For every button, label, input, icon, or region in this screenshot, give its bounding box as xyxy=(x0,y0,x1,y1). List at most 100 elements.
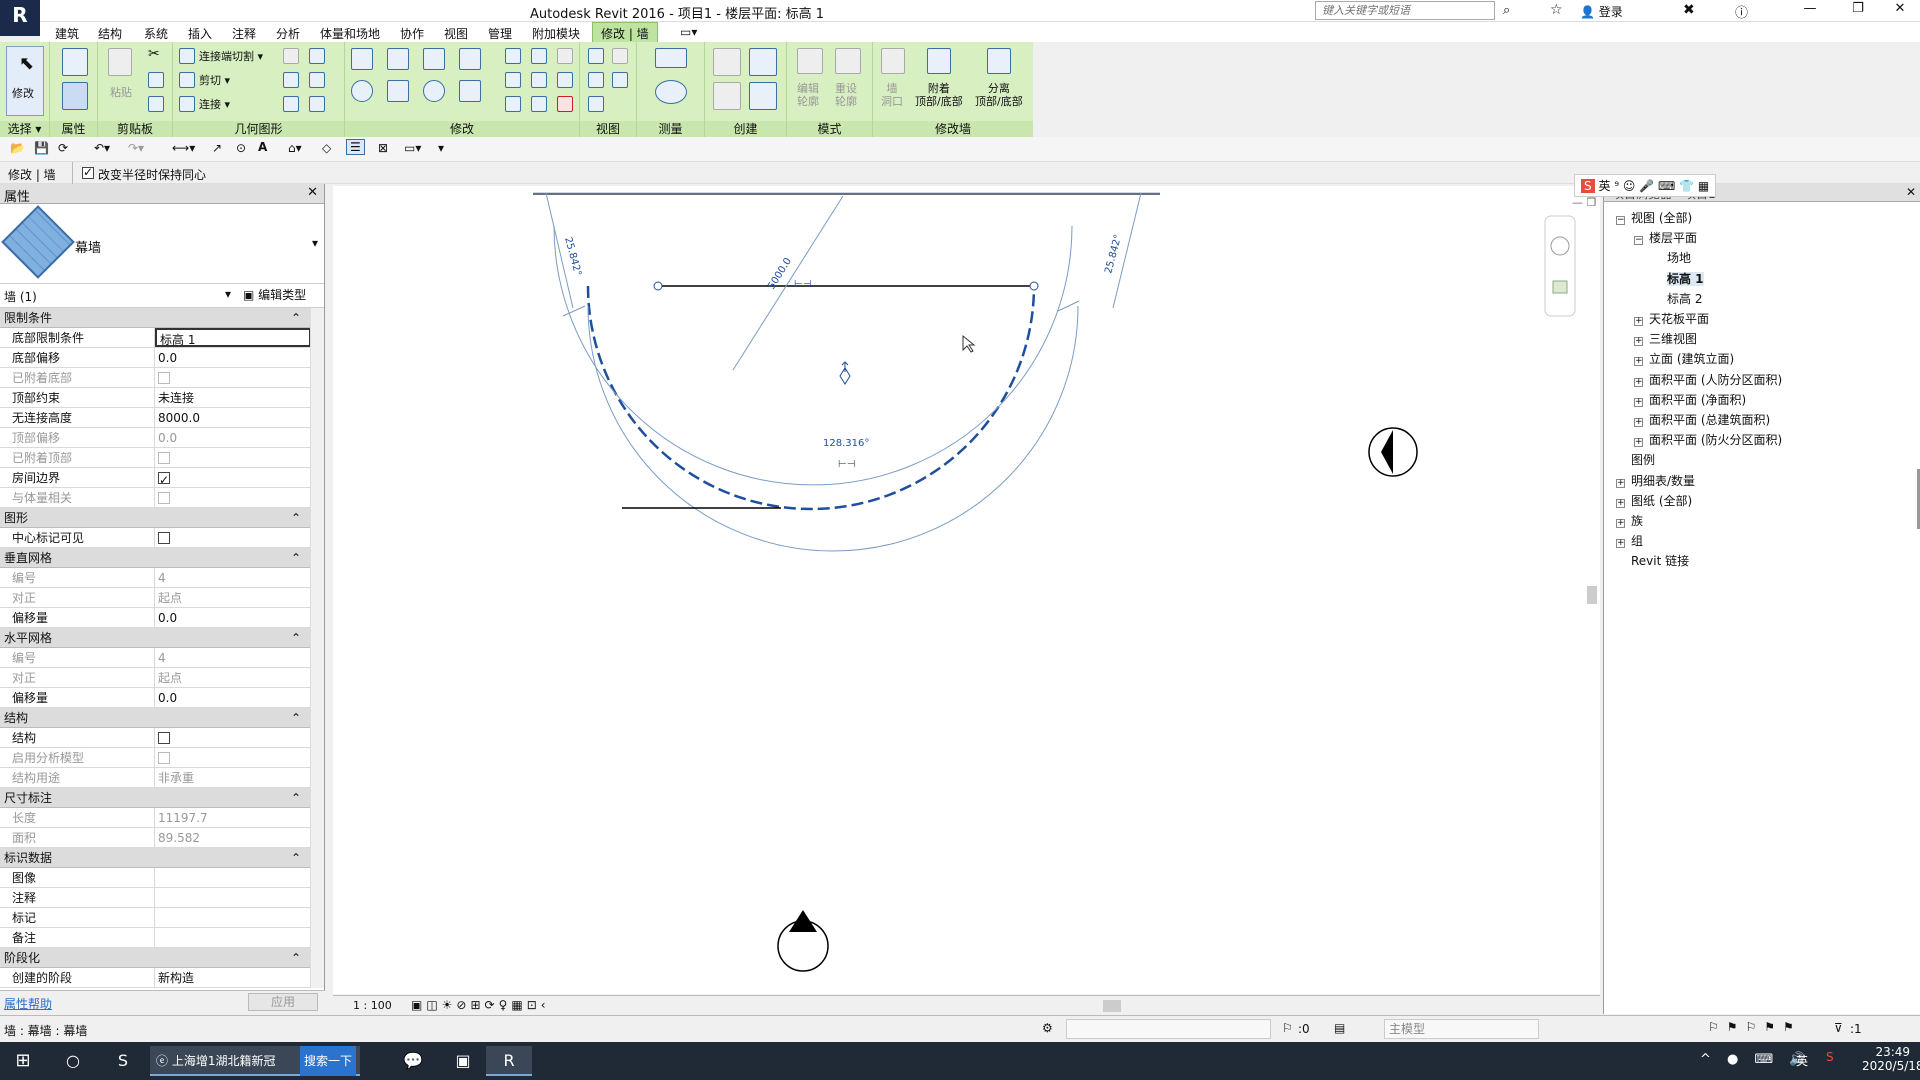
3d-view-icon[interactable]: ⌂▾ xyxy=(288,141,302,155)
aligned-dimension-icon[interactable]: ↗ xyxy=(212,141,222,155)
panel-label-select[interactable]: 选择 ▾ xyxy=(0,121,49,137)
star-icon[interactable]: ☆ xyxy=(1550,2,1563,18)
clock[interactable]: 23:49 2020/5/18 xyxy=(1862,1045,1920,1073)
chevron-down-icon[interactable]: ▾ xyxy=(312,236,318,250)
copy-icon[interactable] xyxy=(148,72,164,88)
rotate-icon[interactable] xyxy=(423,80,445,102)
open-icon[interactable]: 📂 xyxy=(10,141,25,155)
apply-button[interactable]: 应用 xyxy=(248,993,318,1011)
eraser-icon[interactable] xyxy=(588,96,604,112)
cut-geometry-button[interactable]: 剪切 ▾ xyxy=(199,74,230,87)
save-icon[interactable]: 💾 xyxy=(34,141,49,155)
close-hidden-icon[interactable]: ⊠ xyxy=(378,141,388,155)
drawing-area[interactable]: 5000.0 25.842° 25.842° 128.316° ⊢⊣ ⊢⊣ — … xyxy=(333,186,1609,994)
unpin-icon[interactable] xyxy=(557,48,573,64)
tray-ime[interactable]: 英 xyxy=(1796,1052,1808,1069)
pencil-icon[interactable] xyxy=(283,96,299,112)
edit-profile-icon[interactable] xyxy=(797,48,823,74)
design-option-select[interactable]: 主模型 xyxy=(1384,1019,1539,1039)
text-icon[interactable]: A xyxy=(258,140,267,154)
hide-icon[interactable] xyxy=(612,48,628,64)
browser-node[interactable]: + 面积平面 (总建筑面积) xyxy=(1634,411,1770,428)
redo-icon[interactable]: ↷▾ xyxy=(128,141,144,155)
property-checkbox[interactable] xyxy=(158,532,170,544)
match-properties-icon[interactable] xyxy=(148,96,164,112)
browser-node[interactable]: + 天花板平面 xyxy=(1634,310,1709,327)
override-icon[interactable] xyxy=(612,72,628,88)
switch-windows-icon[interactable]: ▭▾ xyxy=(404,141,421,155)
tab-insert[interactable]: 插入 xyxy=(188,25,212,42)
ime-toolbar[interactable]: S 英 ⁹ ☺ 🎤 ⌨ 👕 ▦ xyxy=(1574,174,1717,197)
close-icon[interactable]: ✕ xyxy=(1906,185,1916,199)
collapse-icon[interactable]: − xyxy=(1634,236,1643,246)
join-cut-button[interactable]: 连接端切割 ▾ xyxy=(199,50,263,63)
split-gap-icon[interactable] xyxy=(531,48,547,64)
search-input[interactable] xyxy=(1315,1,1495,20)
section-icon[interactable]: ◇ xyxy=(322,141,331,155)
tab-collaborate[interactable]: 协作 xyxy=(400,25,424,42)
join-geometry-button[interactable]: 连接 ▾ xyxy=(199,98,230,111)
create-similar-icon[interactable] xyxy=(749,82,777,110)
browser-node[interactable]: + 族 xyxy=(1616,512,1643,529)
cut-geometry-icon[interactable] xyxy=(179,72,195,88)
keep-concentric-checkbox[interactable] xyxy=(82,165,94,179)
editable-icon[interactable]: ⚐ xyxy=(1282,1021,1293,1035)
property-value[interactable]: 8000.0 xyxy=(155,408,311,427)
browser-node[interactable]: + 立面 (建筑立面) xyxy=(1634,350,1734,367)
dimension-icon[interactable] xyxy=(655,80,687,104)
expand-icon[interactable]: + xyxy=(1616,519,1625,528)
search-icon[interactable]: ○ xyxy=(50,1046,96,1076)
workset-select[interactable] xyxy=(1066,1019,1271,1039)
filter-icon[interactable]: ⊽ xyxy=(1834,1021,1843,1035)
property-section-header[interactable]: 垂直网格 xyxy=(0,548,311,568)
create-assembly-icon[interactable] xyxy=(713,82,741,110)
wechat-icon[interactable]: 💬 xyxy=(390,1046,436,1076)
modify-button[interactable]: ⬉ 修改 xyxy=(6,46,44,116)
application-menu-button[interactable]: R xyxy=(0,0,40,36)
revit-taskbar-icon[interactable]: R xyxy=(486,1046,532,1076)
property-section-header[interactable]: 结构 xyxy=(0,708,311,728)
sogou-taskbar-icon[interactable]: S xyxy=(100,1046,146,1076)
expand-icon[interactable]: + xyxy=(1634,397,1643,407)
linework-icon[interactable] xyxy=(588,72,604,88)
tag-icon[interactable]: ⊙ xyxy=(236,141,246,155)
delete-icon[interactable] xyxy=(557,96,573,112)
expand-icon[interactable]: + xyxy=(1634,377,1643,387)
property-value[interactable] xyxy=(155,868,311,887)
join-cut-icon[interactable] xyxy=(179,48,195,64)
attach-top-base-button[interactable]: 附着 顶部/底部 xyxy=(915,82,963,108)
create-parts-icon[interactable] xyxy=(713,48,741,76)
mirror-draw-icon[interactable] xyxy=(459,48,481,70)
reset-profile-icon[interactable] xyxy=(835,48,861,74)
property-section-header[interactable]: 图形 xyxy=(0,508,311,528)
tray-icons[interactable]: ^ ● ⌨ 🔊 xyxy=(1700,1052,1812,1067)
tab-architecture[interactable]: 建筑 xyxy=(55,25,79,42)
restore-button[interactable]: ❐ xyxy=(1838,1,1878,16)
type-properties-icon[interactable] xyxy=(62,48,88,76)
expand-icon[interactable]: + xyxy=(1634,357,1643,367)
thin-lines-icon[interactable]: ☰ xyxy=(346,139,365,155)
expand-icon[interactable]: + xyxy=(1616,478,1625,488)
split-icon[interactable] xyxy=(505,48,521,64)
exchange-icon[interactable]: ✖ xyxy=(1683,2,1695,18)
tab-annotate[interactable]: 注释 xyxy=(232,25,256,42)
mirror-axis-icon[interactable] xyxy=(423,48,445,70)
expand-icon[interactable]: + xyxy=(1616,539,1625,549)
demolish-icon[interactable] xyxy=(309,72,325,88)
property-value[interactable] xyxy=(155,888,311,907)
browser-node[interactable]: + 面积平面 (人防分区面积) xyxy=(1634,371,1782,388)
edit-profile-button[interactable]: 编辑 轮廓 xyxy=(797,82,819,108)
paste-icon[interactable] xyxy=(108,48,132,76)
property-checkbox[interactable] xyxy=(158,732,170,744)
expand-icon[interactable]: + xyxy=(1634,337,1643,347)
sogou-tray-icon[interactable]: S xyxy=(1826,1050,1834,1064)
design-options-icon[interactable]: ▤ xyxy=(1334,1021,1345,1035)
property-section-header[interactable]: 尺寸标注 xyxy=(0,788,311,808)
property-checkbox[interactable] xyxy=(158,470,170,490)
detach-icon[interactable] xyxy=(987,48,1011,74)
scale-icon[interactable] xyxy=(531,72,547,88)
browser-node[interactable]: − 楼层平面 xyxy=(1634,229,1697,246)
join-geometry-icon[interactable] xyxy=(179,96,195,112)
property-section-header[interactable]: 标识数据 xyxy=(0,848,311,868)
tab-addins[interactable]: 附加模块 xyxy=(532,25,580,42)
